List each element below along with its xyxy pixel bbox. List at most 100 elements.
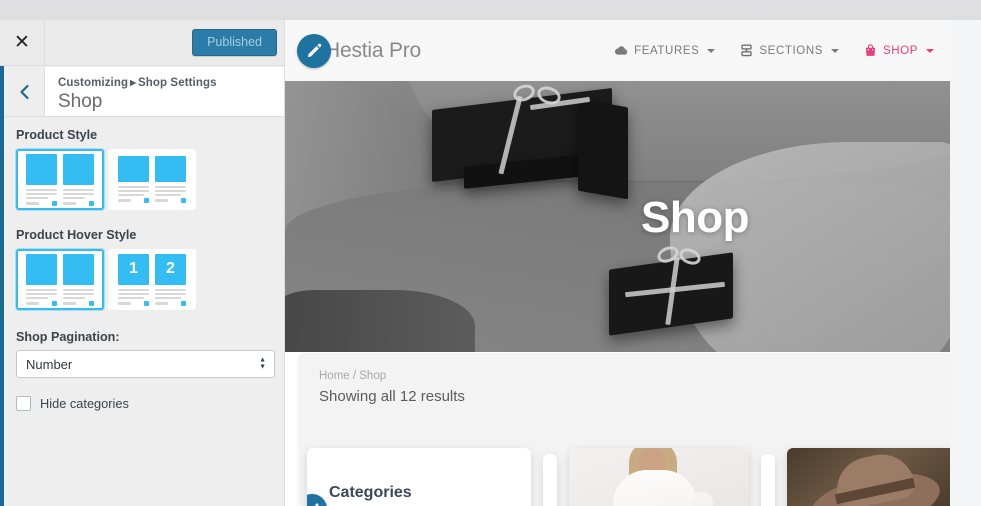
categories-title: Categories xyxy=(329,484,412,501)
breadcrumb-separator: ▸ xyxy=(130,77,136,89)
product-image-blank xyxy=(543,454,557,506)
product-style-option-alt[interactable] xyxy=(108,149,196,210)
product-image-blank xyxy=(761,454,775,506)
mini-card: 2 xyxy=(155,253,186,306)
product-card-spacer[interactable] xyxy=(761,454,775,506)
product-style-options xyxy=(16,149,273,210)
chevron-down-icon xyxy=(831,48,839,53)
hover-style-option-numbered[interactable]: 1 2 xyxy=(108,249,196,310)
cloud-icon xyxy=(615,46,628,55)
mini-card-number: 2 xyxy=(155,253,186,285)
product-card-dress[interactable] xyxy=(569,448,749,506)
mini-card-lines xyxy=(155,288,186,299)
mini-card xyxy=(63,253,94,306)
hero-title: Shop xyxy=(641,193,749,242)
select-stepper-icon: ▲ ▼ xyxy=(259,356,266,371)
breadcrumb-root: Customizing xyxy=(58,77,129,89)
publish-button[interactable]: Published xyxy=(192,29,277,56)
mini-card-number: 1 xyxy=(118,253,149,285)
page-title: Shop xyxy=(58,91,103,112)
product-image-hat xyxy=(787,448,950,506)
nav-item-sections[interactable]: SECTIONS xyxy=(740,44,839,57)
hero-banner: Shop xyxy=(285,81,950,352)
mini-card-footer xyxy=(118,198,149,203)
shop-breadcrumb[interactable]: Home / Shop xyxy=(319,370,950,382)
pencil-glyph xyxy=(312,503,318,506)
site-frame: Hestia Pro FEATURES SECTIONS SHOP Shop H… xyxy=(285,20,950,506)
site-title[interactable]: Hestia Pro xyxy=(325,39,421,63)
mini-card-footer xyxy=(118,300,149,306)
mini-card-image xyxy=(63,153,94,185)
chevron-down-icon xyxy=(707,48,716,53)
customizer-controls: Product Style Product Hover Style 1 2 Sh… xyxy=(4,118,284,506)
product-card-blank[interactable] xyxy=(543,454,557,506)
mini-card-image xyxy=(26,253,57,285)
nav-item-features-label: FEATURES xyxy=(634,44,700,57)
product-hover-style-options: 1 2 xyxy=(16,249,273,310)
mini-card-image xyxy=(63,253,94,285)
mini-card-lines xyxy=(118,288,149,299)
nav-item-shop-label: SHOP xyxy=(883,44,918,57)
customizer-header: ✕ Published xyxy=(0,20,284,66)
nav-item-shop[interactable]: SHOP xyxy=(864,44,934,57)
customizer-section-title-bar: Customizing ▸ Shop Settings Shop xyxy=(4,67,284,117)
nav-item-features[interactable]: FEATURES xyxy=(614,44,716,57)
categories-widget-card: Categories xyxy=(307,448,531,506)
customizer-screen: ✕ Published Customizing ▸ Shop Settings Sh… xyxy=(0,0,981,506)
site-nav: FEATURES SECTIONS SHOP xyxy=(614,44,934,57)
product-image-dress xyxy=(569,448,749,506)
close-customizer-button[interactable]: ✕ xyxy=(0,20,45,65)
pencil-glyph xyxy=(307,43,321,58)
hide-categories-checkbox[interactable] xyxy=(16,396,31,411)
control-shop-pagination: Shop Pagination: Number ▲ ▼ xyxy=(16,330,275,378)
mini-card-image xyxy=(155,156,186,182)
site-header: Hestia Pro FEATURES SECTIONS SHOP xyxy=(285,20,950,81)
shop-content-card: Home / Shop Showing all 12 results Categ… xyxy=(299,353,950,506)
mini-card-image xyxy=(118,156,149,182)
mini-card-footer xyxy=(26,200,57,206)
mini-card-image xyxy=(26,153,57,185)
mini-card-footer xyxy=(155,300,186,306)
hide-categories-checkbox-row[interactable]: Hide categories xyxy=(16,396,273,411)
pencil-edit-icon[interactable] xyxy=(297,33,331,68)
mini-card-lines xyxy=(63,188,94,199)
shop-pagination-select[interactable]: Number ▲ ▼ xyxy=(16,350,275,378)
customizer-heading: Customizing ▸ Shop Settings Shop xyxy=(45,67,284,116)
shop-product-row: Categories xyxy=(307,448,950,506)
control-product-style: Product Style xyxy=(16,128,273,210)
mini-card-footer xyxy=(26,300,57,306)
mini-card xyxy=(26,153,57,206)
mini-card xyxy=(155,156,186,203)
mini-card-lines xyxy=(155,186,186,196)
control-product-hover-style: Product Hover Style 1 2 xyxy=(16,228,273,310)
product-style-option-default[interactable] xyxy=(16,149,104,210)
mini-card-lines xyxy=(118,186,149,196)
breadcrumb-section: Shop Settings xyxy=(137,77,217,89)
hover-style-option-default[interactable] xyxy=(16,249,104,310)
product-card-hat[interactable] xyxy=(787,448,950,506)
mini-card xyxy=(26,253,57,306)
product-style-label: Product Style xyxy=(16,128,98,142)
server-stack-icon xyxy=(741,44,753,57)
mini-card-footer xyxy=(63,200,94,206)
chevron-down-icon xyxy=(926,48,934,53)
shop-results-count: Showing all 12 results xyxy=(319,388,465,405)
mini-card: 1 xyxy=(118,253,149,306)
shopping-bag-icon xyxy=(865,44,876,56)
site-brand: Hestia Pro xyxy=(297,33,421,68)
mini-card-lines xyxy=(63,288,94,299)
product-hover-style-label: Product Hover Style xyxy=(16,228,137,242)
shop-content-wrap: Home / Shop Showing all 12 results Categ… xyxy=(299,353,950,506)
customizer-sidebar: ✕ Published Customizing ▸ Shop Settings Sh… xyxy=(0,20,285,506)
mini-card-lines xyxy=(26,288,57,299)
hide-categories-label: Hide categories xyxy=(40,396,129,411)
back-button[interactable] xyxy=(4,67,45,116)
chevron-left-icon xyxy=(19,84,29,99)
mini-card xyxy=(118,156,149,203)
nav-item-sections-label: SECTIONS xyxy=(759,44,823,57)
mini-card-lines xyxy=(26,188,57,199)
mini-card xyxy=(63,153,94,206)
browser-chrome-strip xyxy=(0,0,981,20)
mini-card-footer xyxy=(155,198,186,203)
pencil-edit-icon[interactable] xyxy=(307,494,327,506)
